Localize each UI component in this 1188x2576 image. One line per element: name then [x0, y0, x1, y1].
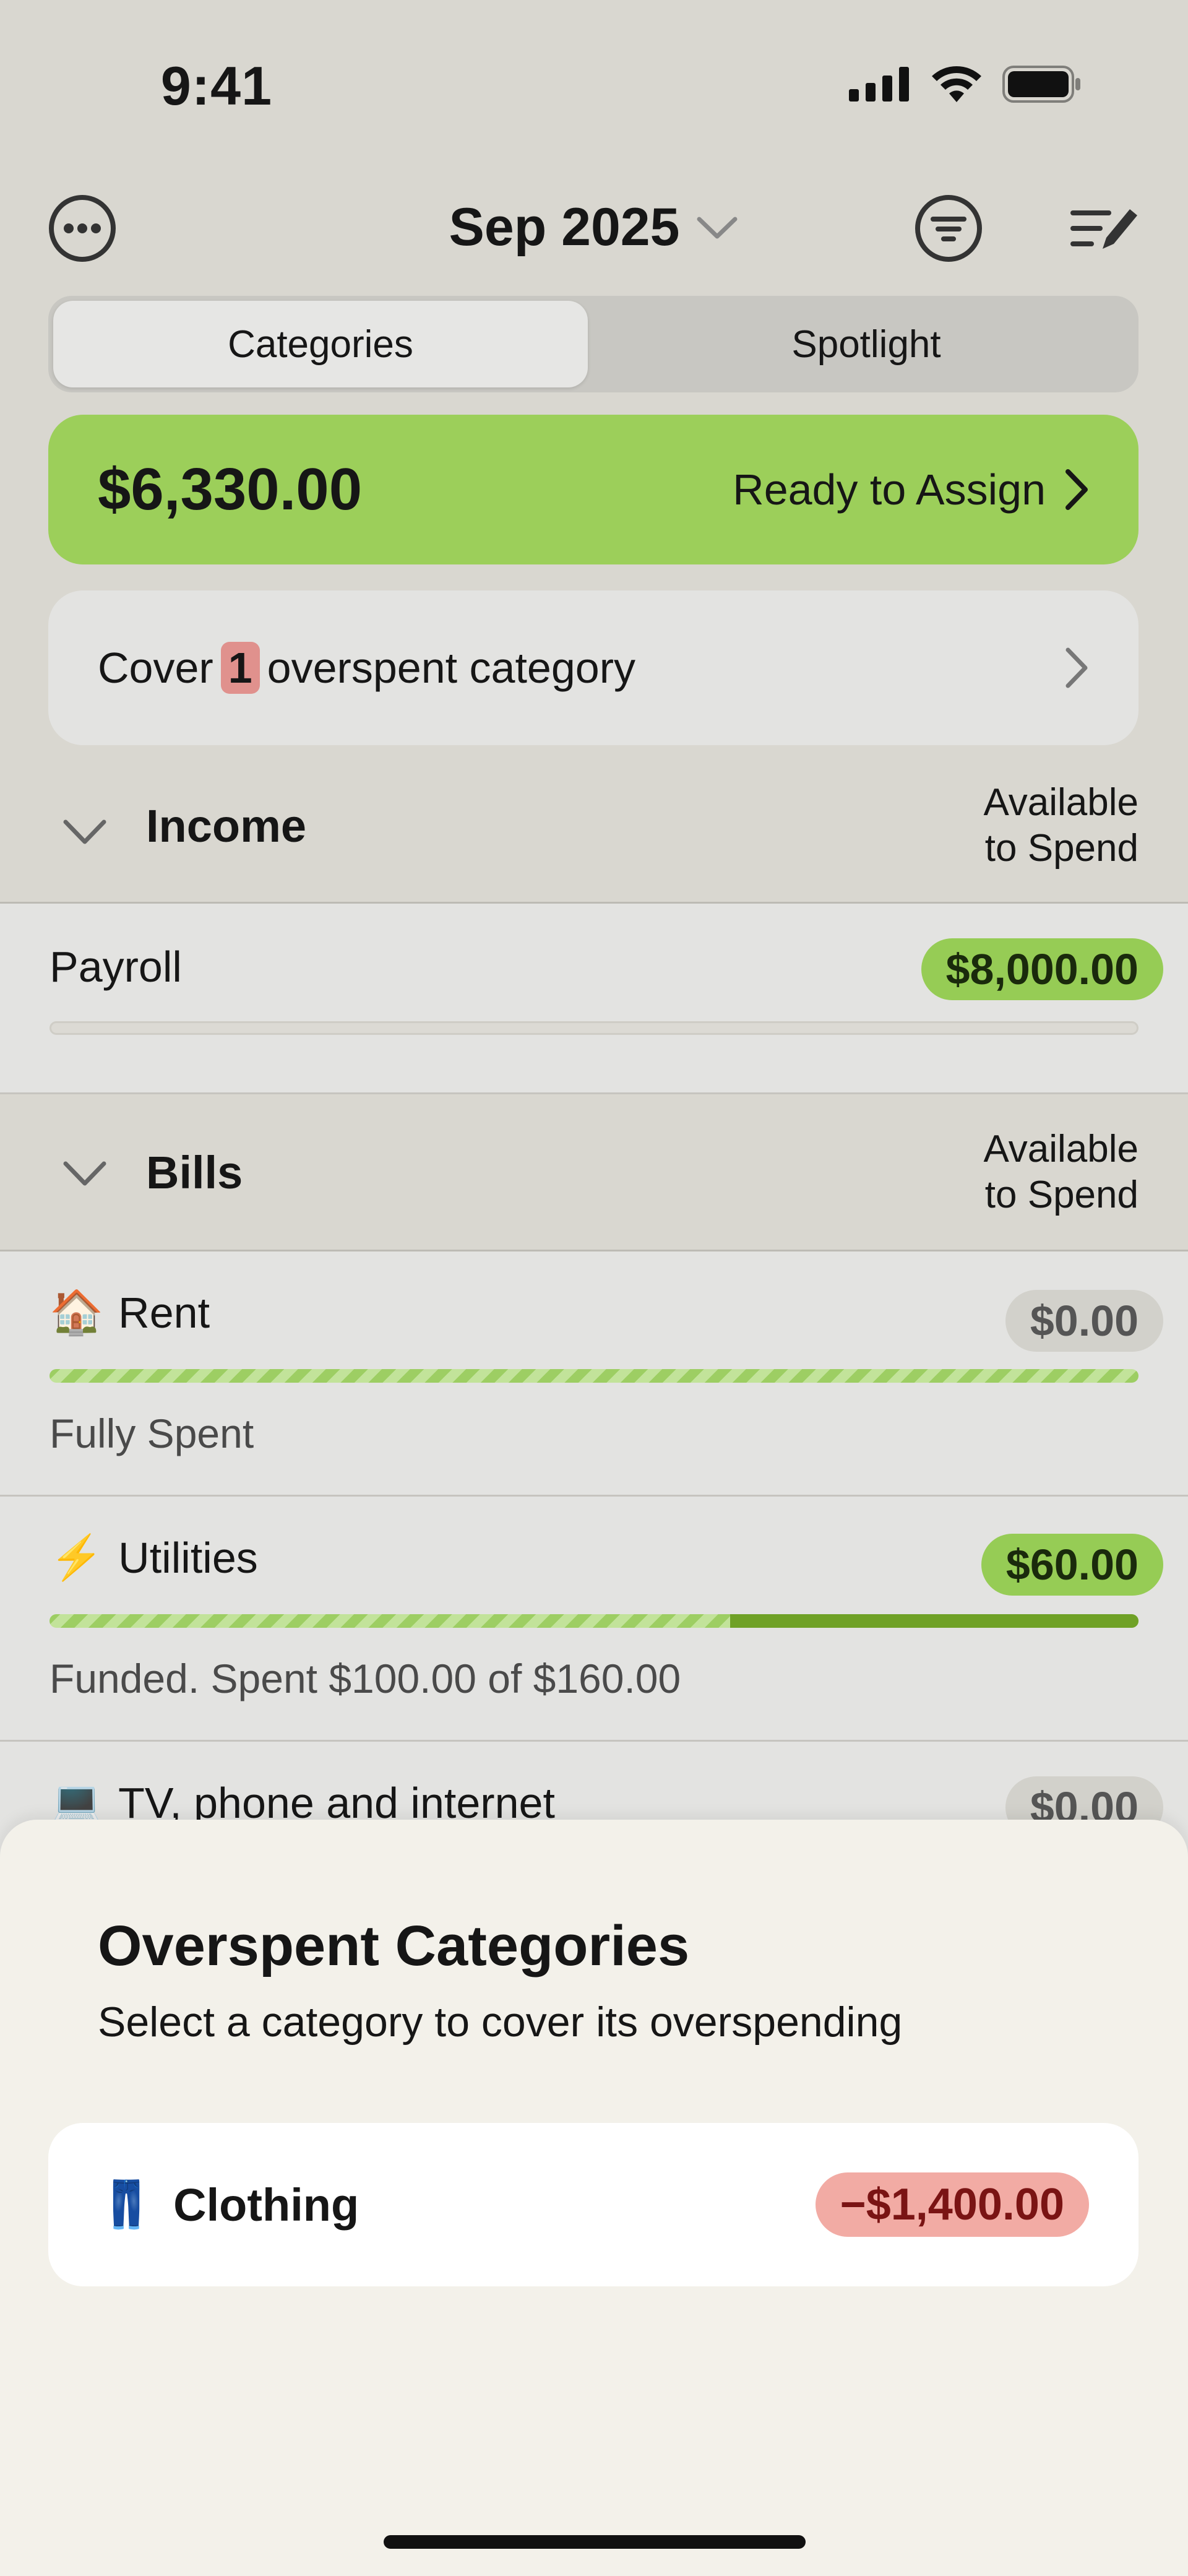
status-time: 9:41 — [160, 55, 273, 116]
sheet-title: Overspent Categories — [98, 1914, 690, 1977]
progress-bar — [50, 1369, 1138, 1383]
category-row-payroll[interactable]: Payroll $8,000.00 — [0, 904, 1188, 1094]
chevron-down-icon — [63, 819, 106, 844]
group-header-income[interactable]: Income Available to Spend — [0, 761, 1188, 904]
chevron-right-icon — [1065, 647, 1088, 688]
ready-to-assign-label-group: Ready to Assign — [733, 465, 1089, 514]
category-row-rent[interactable]: 🏠 Rent $0.00 Fully Spent — [0, 1251, 1188, 1497]
overspent-count-badge: 1 — [220, 642, 260, 694]
chevron-right-icon — [1065, 469, 1088, 510]
tab-categories[interactable]: Categories — [53, 301, 588, 387]
status-icons — [849, 66, 1083, 103]
sheet-subtitle: Select a category to cover its overspend… — [98, 1999, 903, 2046]
chevron-down-icon — [63, 1161, 106, 1186]
available-line-1: Available — [983, 1128, 1138, 1170]
edit-list-icon — [1070, 209, 1137, 249]
overspent-amount-badge: −$1,400.00 — [815, 2172, 1089, 2237]
ready-to-assign-card[interactable]: $6,330.00 Ready to Assign — [48, 415, 1138, 564]
signal-icon — [849, 67, 909, 102]
category-name: Utilities — [118, 1534, 258, 1582]
category-name: Payroll — [50, 943, 182, 991]
cover-overspent-card[interactable]: Cover 1 overspent category — [48, 590, 1138, 745]
available-to-spend-header: Available to Spend — [984, 780, 1138, 871]
house-icon: 🏠 — [50, 1288, 104, 1336]
overspent-item-name-group: 👖 Clothing — [98, 2178, 359, 2232]
battery-icon — [1002, 66, 1080, 103]
chevron-down-icon — [697, 217, 738, 238]
group-title: Income — [146, 800, 307, 852]
available-amount-badge: $60.00 — [981, 1534, 1163, 1596]
progress-bar — [50, 1021, 1138, 1035]
category-status: Fully Spent — [50, 1411, 254, 1456]
cover-suffix: overspent category — [267, 644, 636, 692]
cover-overspent-text: Cover 1 overspent category — [98, 642, 635, 694]
wifi-icon — [932, 66, 981, 102]
edit-button[interactable] — [1070, 194, 1138, 262]
available-line-1: Available — [983, 781, 1138, 824]
category-name: Rent — [118, 1289, 210, 1337]
category-name-group: ⚡ Utilities — [50, 1532, 258, 1583]
available-amount-badge: $0.00 — [1005, 1290, 1163, 1352]
cover-prefix: Cover — [98, 644, 213, 692]
month-selector[interactable]: Sep 2025 — [0, 197, 1188, 258]
ready-to-assign-amount: $6,330.00 — [98, 456, 363, 522]
filter-button[interactable] — [915, 194, 983, 262]
progress-bar — [50, 1614, 1138, 1628]
category-row-utilities[interactable]: ⚡ Utilities $60.00 Funded. Spent $100.00… — [0, 1497, 1188, 1742]
available-amount-badge: $8,000.00 — [921, 938, 1163, 1000]
category-status: Funded. Spent $100.00 of $160.00 — [50, 1656, 681, 1701]
group-header-bills[interactable]: Bills Available to Spend — [0, 1094, 1188, 1251]
category-name-group: 🏠 Rent — [50, 1287, 210, 1338]
tab-spotlight[interactable]: Spotlight — [599, 301, 1134, 387]
overspent-item-name: Clothing — [173, 2179, 359, 2231]
month-label: Sep 2025 — [449, 197, 680, 257]
available-line-2: to Spend — [984, 827, 1138, 870]
progress-remaining-fill — [730, 1614, 1138, 1628]
available-line-2: to Spend — [984, 1173, 1138, 1216]
lightning-icon: ⚡ — [50, 1533, 104, 1581]
ready-to-assign-label: Ready to Assign — [733, 465, 1046, 514]
view-segmented-control: Categories Spotlight — [48, 296, 1138, 392]
available-to-spend-header: Available to Spend — [984, 1126, 1138, 1218]
overspent-item-clothing[interactable]: 👖 Clothing −$1,400.00 — [48, 2123, 1138, 2286]
home-indicator[interactable] — [384, 2535, 806, 2549]
group-title: Bills — [146, 1147, 243, 1198]
filter-icon — [915, 195, 982, 262]
jeans-icon: 👖 — [98, 2178, 155, 2230]
